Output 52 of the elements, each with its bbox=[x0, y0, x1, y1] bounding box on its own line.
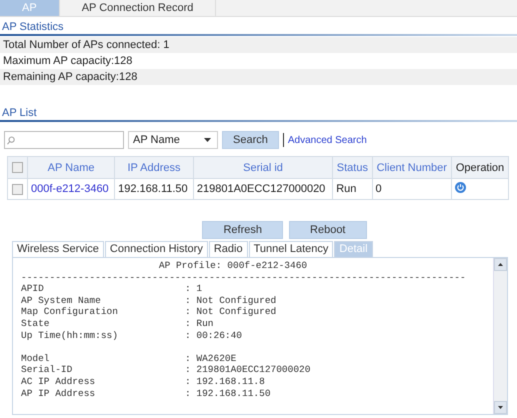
filter-dropdown[interactable]: AP Name bbox=[128, 131, 218, 149]
caret-icon bbox=[204, 138, 211, 142]
tab[interactable]: Connection History bbox=[104, 241, 208, 257]
column-header: Operation bbox=[452, 156, 508, 178]
field-label: Serial-ID bbox=[21, 364, 74, 376]
table-cell: 219801A0ECC127000020 bbox=[193, 178, 333, 200]
field-value: : 192.168.11.8 bbox=[185, 376, 266, 388]
field-value: : WA2620E bbox=[185, 352, 238, 364]
search-field[interactable] bbox=[4, 131, 124, 149]
profile-title: AP Profile: 000f-e212-3460 bbox=[158, 260, 308, 272]
column-header[interactable]: Client Number bbox=[372, 156, 452, 178]
checkbox[interactable] bbox=[12, 184, 23, 195]
table-cell: 192.168.11.50 bbox=[114, 178, 194, 200]
statistic-row: Remaining AP capacity:128 bbox=[0, 69, 517, 85]
table-cell: 0 bbox=[372, 178, 452, 200]
field-value: : Not Configured bbox=[185, 306, 278, 318]
power-icon[interactable] bbox=[455, 182, 466, 193]
field-value: : Not Configured bbox=[185, 294, 278, 306]
column-header[interactable]: AP Name bbox=[28, 156, 115, 178]
field-label: AP IP Address bbox=[21, 388, 96, 400]
field-value: : 00:26:40 bbox=[185, 330, 244, 342]
section-title: AP List bbox=[0, 105, 517, 122]
advanced-search-link[interactable]: Advanced Search bbox=[288, 134, 367, 146]
field-label: Model bbox=[21, 352, 51, 364]
table-cell: Run bbox=[332, 178, 372, 200]
search-button[interactable]: Search bbox=[222, 131, 279, 149]
tab[interactable]: Wireless Service bbox=[12, 241, 104, 257]
search-icon bbox=[7, 136, 16, 144]
checkbox[interactable] bbox=[12, 162, 23, 174]
scrollbar[interactable] bbox=[493, 258, 507, 414]
field-label: APID bbox=[21, 283, 45, 295]
field-label: AP System Name bbox=[21, 294, 102, 306]
field-label: Map Configuration bbox=[21, 306, 119, 318]
column-header[interactable]: Status bbox=[332, 156, 372, 178]
field-value: : 1 bbox=[185, 283, 204, 295]
tab[interactable]: AP Connection Record bbox=[60, 0, 216, 16]
action-button[interactable]: Reboot bbox=[289, 221, 366, 239]
tab[interactable]: Radio bbox=[208, 241, 248, 257]
field-label: State bbox=[21, 318, 51, 330]
field-value: : 192.168.11.50 bbox=[185, 388, 272, 400]
dashed-rule: ------------------------------------------------------------------------------ bbox=[21, 272, 467, 284]
field-label: AC IP Address bbox=[21, 376, 96, 388]
field-value: : 219801A0ECC127000020 bbox=[185, 364, 312, 376]
column-header[interactable]: Serial id bbox=[193, 156, 333, 178]
column-header[interactable]: IP Address bbox=[114, 156, 194, 178]
scroll-up-icon[interactable] bbox=[494, 258, 507, 271]
scroll-down-icon[interactable] bbox=[494, 401, 507, 414]
tab[interactable]: Tunnel Latency bbox=[248, 241, 334, 257]
statistic-row: Total Number of APs connected: 1 bbox=[0, 37, 517, 53]
field-label: Up Time(hh:mm:ss) bbox=[21, 330, 119, 342]
action-button[interactable]: Refresh bbox=[202, 221, 284, 239]
field-value: : Run bbox=[185, 318, 215, 330]
